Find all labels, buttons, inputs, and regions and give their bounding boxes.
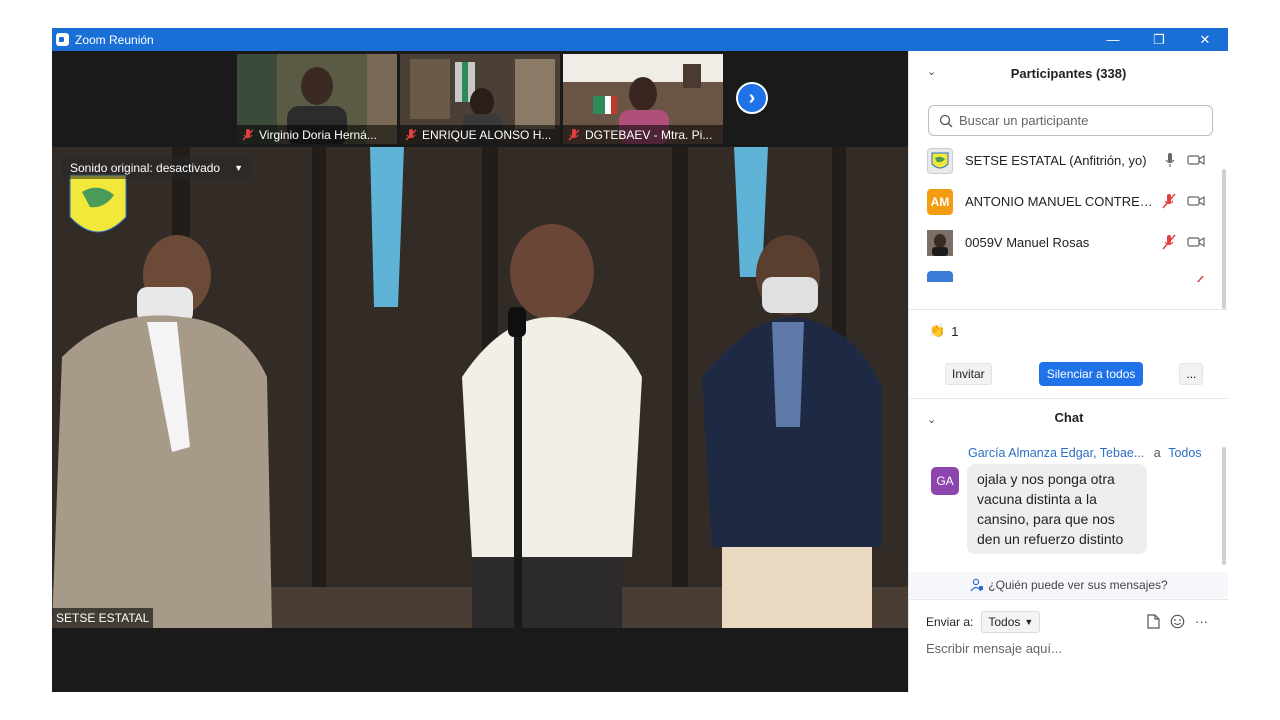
participants-header: ⌄ Participantes (338) [909, 51, 1228, 95]
send-to-row: Enviar a: Todos ▼ [926, 611, 1041, 633]
participant-name: ANTONIO MANUEL CONTRER... [965, 194, 1160, 209]
send-to-dropdown[interactable]: Todos ▼ [981, 611, 1041, 633]
participant-avatar: AM [927, 188, 953, 215]
microphone-muted-icon [405, 128, 417, 141]
video-camera-icon[interactable] [1187, 195, 1205, 207]
next-page-button[interactable]: › [736, 82, 768, 114]
participant-thumbnail[interactable]: ENRIQUE ALONSO H... [400, 54, 560, 144]
invite-button[interactable]: Invitar [945, 363, 992, 385]
divider [909, 309, 1228, 310]
participant-row[interactable]: 0059V Manuel Rosas [909, 222, 1219, 263]
participant-controls [1163, 152, 1205, 168]
participant-thumbnail[interactable]: DGTEBAEV - Mtra. Pi... [563, 54, 723, 144]
microphone-muted-icon[interactable] [1161, 193, 1177, 209]
chat-header: ⌄ Chat [909, 403, 1228, 433]
emoji-icon[interactable] [1170, 614, 1185, 629]
participant-thumbnail-label: ENRIQUE ALONSO H... [400, 125, 560, 144]
zoom-window: Zoom Reunión — ❐ ✕ Virginio Doria Herná.… [52, 28, 1228, 692]
video-camera-icon[interactable] [1187, 236, 1205, 248]
microphone-muted-icon[interactable] [1189, 275, 1205, 282]
search-icon [939, 114, 953, 127]
minimize-button[interactable]: — [1090, 28, 1136, 51]
window-title: Zoom Reunión [75, 32, 154, 47]
participant-avatar [927, 270, 953, 282]
speaker-video-image [52, 147, 908, 628]
send-to-label: Enviar a: [926, 615, 974, 629]
file-icon[interactable] [1147, 614, 1160, 629]
message-meta: García Almanza Edgar, Tebae... a Todos [968, 446, 1202, 460]
caret-down-icon: ▼ [234, 163, 244, 173]
microphone-muted-icon [568, 128, 580, 141]
active-speaker-label: SETSE ESTATAL [52, 608, 154, 628]
close-button[interactable]: ✕ [1182, 28, 1228, 51]
divider [909, 599, 1228, 600]
participant-thumbnail-label: Virginio Doria Herná... [237, 125, 397, 144]
divider [909, 398, 1228, 399]
setse-logo-icon [931, 152, 949, 168]
video-camera-icon[interactable] [1187, 154, 1205, 166]
main-video[interactable]: Sonido original: desactivado ▼ SETSE EST… [52, 147, 908, 628]
reaction-count: 👏 1 [929, 323, 959, 339]
participant-row[interactable]: SETSE ESTATAL (Anfitrión, yo) [909, 140, 1219, 181]
original-sound-dropdown[interactable]: Sonido original: desactivado ▼ [62, 157, 252, 179]
chat-tools: ··· [1147, 614, 1208, 629]
restore-button[interactable]: ❐ [1136, 28, 1182, 51]
participant-avatar [927, 229, 953, 256]
participant-controls [1161, 234, 1205, 250]
message-recipient[interactable]: Todos [1168, 446, 1201, 460]
microphone-muted-icon[interactable] [1161, 234, 1177, 250]
chevron-right-icon: › [748, 86, 756, 109]
message-sender[interactable]: García Almanza Edgar, Tebae... [968, 446, 1144, 460]
participant-row[interactable]: AM ANTONIO MANUEL CONTRER... [909, 181, 1219, 222]
participant-avatar [927, 147, 953, 174]
participant-thumbnail[interactable]: Virginio Doria Herná... [237, 54, 397, 144]
side-panel: ⌄ Participantes (338) SETSE ESTATAL (Anf… [908, 51, 1228, 692]
video-area: Virginio Doria Herná... ENRIQUE ALONSO H… [52, 51, 908, 692]
participant-row[interactable] [909, 263, 1219, 282]
more-icon[interactable]: ··· [1195, 614, 1208, 629]
who-can-see-messages[interactable]: ¿Quién puede ver sus mensajes? [909, 572, 1228, 598]
participant-actions: Invitar Silenciar a todos ... [945, 362, 1204, 386]
participant-thumbnail-label: DGTEBAEV - Mtra. Pi... [563, 125, 723, 144]
window-controls: — ❐ ✕ [1090, 28, 1228, 51]
collapse-participants-chevron-icon[interactable]: ⌄ [927, 65, 936, 78]
message-to-label: a [1153, 446, 1161, 460]
participant-search-input[interactable] [959, 113, 1199, 128]
chat-message-bubble: ojala y nos ponga otra vacuna distinta a… [967, 464, 1147, 554]
clapping-hands-icon: 👏 [929, 323, 946, 338]
participant-controls [1189, 275, 1205, 282]
chat-title: Chat [1054, 410, 1084, 425]
participant-name: SETSE ESTATAL (Anfitrión, yo) [965, 153, 1147, 168]
participant-list: SETSE ESTATAL (Anfitrión, yo) AM ANTONIO… [909, 140, 1219, 282]
microphone-icon[interactable] [1163, 152, 1177, 168]
person-lock-icon [970, 578, 984, 592]
more-options-button[interactable]: ... [1179, 363, 1204, 385]
avatar: GA [931, 467, 959, 495]
chevron-down-icon: ▼ [1024, 617, 1034, 627]
chat-message-input[interactable] [926, 637, 1216, 659]
participant-list-scrollbar[interactable] [1222, 169, 1226, 309]
zoom-logo-icon [56, 33, 69, 46]
participant-controls [1161, 193, 1205, 209]
microphone-muted-icon [242, 128, 254, 141]
title-bar: Zoom Reunión — ❐ ✕ [52, 28, 1228, 51]
mute-all-button[interactable]: Silenciar a todos [1038, 362, 1144, 386]
participant-name: 0059V Manuel Rosas [965, 235, 1090, 250]
chat-scrollbar[interactable] [1222, 447, 1226, 565]
participants-title: Participantes (338) [1010, 65, 1127, 81]
thumbnail-strip: Virginio Doria Herná... ENRIQUE ALONSO H… [237, 54, 723, 144]
participant-search[interactable] [928, 105, 1213, 136]
participant-photo [927, 229, 953, 256]
